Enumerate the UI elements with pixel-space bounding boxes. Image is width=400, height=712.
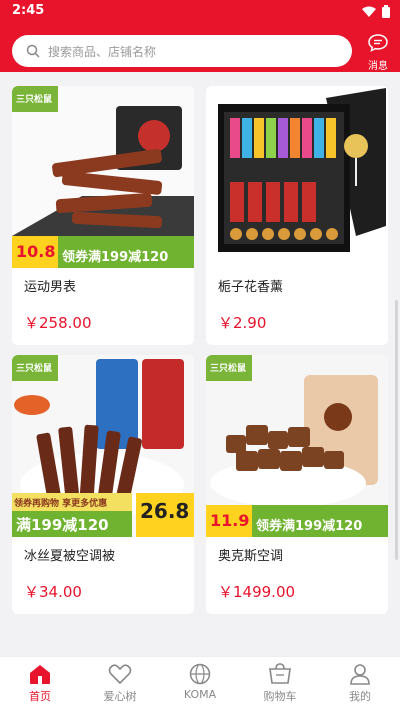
- globe-icon: [189, 663, 211, 685]
- brand-label: 三只松鼠: [16, 364, 53, 374]
- battery-icon: [382, 5, 390, 18]
- status-time: 2:45: [12, 3, 45, 18]
- product-image: 三只松鼠 10.8 领券满199减120: [12, 86, 194, 268]
- badge-price: 26.8: [140, 499, 190, 523]
- tab-label: 购物车: [263, 690, 297, 703]
- tab-cart[interactable]: 购物车: [240, 657, 320, 712]
- home-icon: [30, 665, 50, 684]
- product-card[interactable]: 三只松鼠 10.8 领券满199减120 运动男表 ￥258.00: [12, 86, 194, 345]
- chat-bubble-icon: [368, 34, 388, 52]
- product-price: ￥34.00: [24, 583, 82, 601]
- product-card[interactable]: 三只松鼠 领券再购物 享更多优惠 满199减120 26.8 冰丝夏被空调被 ￥…: [12, 355, 194, 614]
- coupon-banner: 领券满199减120: [256, 519, 363, 534]
- product-price: ￥258.00: [24, 314, 92, 332]
- brand-label: 三只松鼠: [16, 95, 53, 105]
- promo-main: 满199减120: [16, 516, 109, 534]
- product-image: 三只松鼠 11.9 领券满199减120: [206, 355, 388, 537]
- promo-top: 领券再购物 享更多优惠: [14, 499, 108, 509]
- user-icon: [350, 664, 370, 685]
- search-icon: [26, 44, 40, 58]
- brand-label: 三只松鼠: [210, 364, 247, 374]
- coupon-banner: 领券满199减120: [62, 250, 169, 265]
- search-placeholder: 搜索商品、店铺名称: [48, 44, 157, 59]
- product-title: 栀子花香薰: [218, 280, 284, 295]
- tab-label: KOMA: [183, 688, 217, 701]
- product-price: ￥1499.00: [218, 583, 296, 601]
- tab-label: 首页: [29, 690, 51, 703]
- product-image: [206, 86, 388, 268]
- product-price: ￥2.90: [218, 314, 267, 332]
- product-card[interactable]: 三只松鼠 11.9 领券满199减120 奥克斯空调 ￥1499.00: [206, 355, 388, 614]
- messages-label: 消息: [368, 61, 388, 72]
- search-header: 搜索商品、店铺名称 消息: [0, 24, 400, 72]
- wifi-icon: [362, 6, 376, 17]
- product-title: 奥克斯空调: [218, 549, 284, 564]
- heart-icon: [108, 664, 132, 685]
- bottom-tab-bar: 首页 爱心树 KOMA 购物车 我的: [0, 656, 400, 712]
- search-input[interactable]: 搜索商品、店铺名称: [12, 35, 352, 67]
- cart-icon: [269, 663, 291, 684]
- messages-button[interactable]: 消息: [366, 34, 390, 72]
- product-title: 冰丝夏被空调被: [24, 549, 116, 564]
- product-image: 三只松鼠 领券再购物 享更多优惠 满199减120 26.8: [12, 355, 194, 537]
- product-title: 运动男表: [24, 280, 77, 295]
- product-card[interactable]: 栀子花香薰 ￥2.90: [206, 86, 388, 345]
- tab-label: 我的: [349, 690, 371, 703]
- status-bar: 2:45: [0, 0, 400, 24]
- tab-label: 爱心树: [103, 690, 137, 703]
- status-icons: [362, 5, 390, 18]
- scrollbar[interactable]: [395, 300, 398, 560]
- tab-home[interactable]: 首页: [0, 657, 80, 712]
- tab-koma[interactable]: KOMA: [160, 657, 240, 712]
- tab-love-tree[interactable]: 爱心树: [80, 657, 160, 712]
- badge-price: 11.9: [210, 511, 250, 530]
- tab-profile[interactable]: 我的: [320, 657, 400, 712]
- badge-price: 10.8: [16, 242, 56, 261]
